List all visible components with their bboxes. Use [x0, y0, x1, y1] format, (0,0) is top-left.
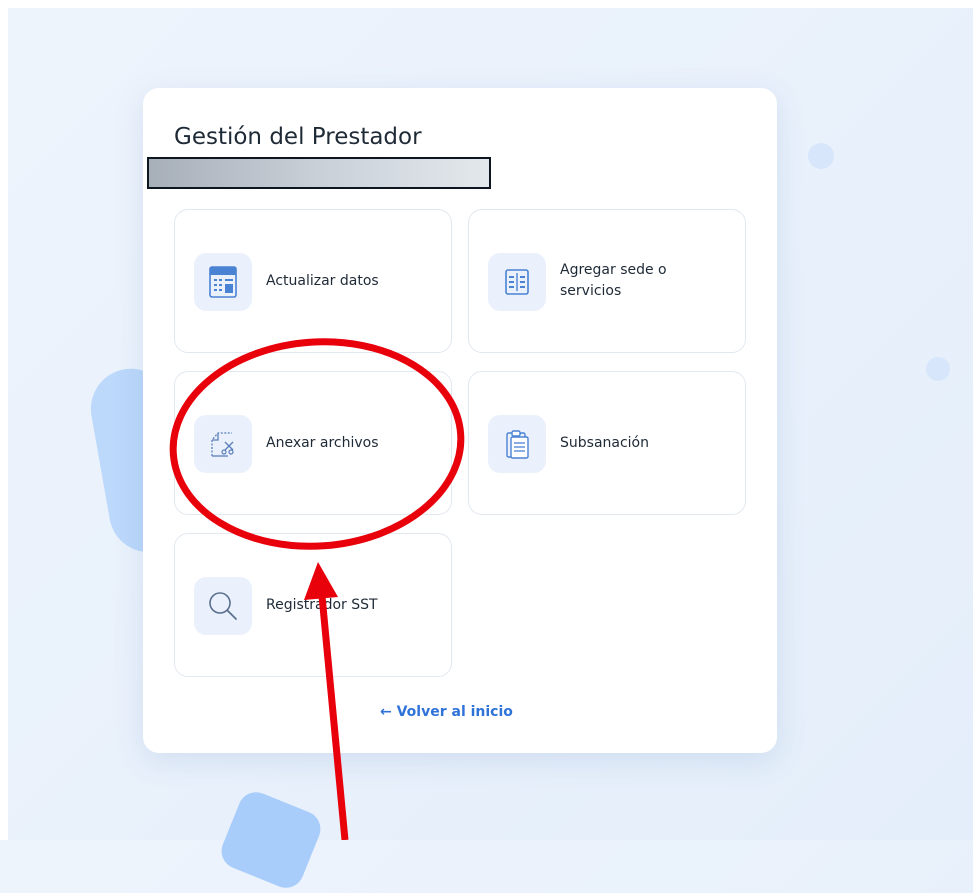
redacted-provider-name	[147, 157, 491, 189]
rectification-tile[interactable]: Subsanación	[468, 371, 746, 515]
add-site-services-tile[interactable]: Agregar sede o servicios	[468, 209, 746, 353]
back-to-home-link[interactable]: ← Volver al inicio	[380, 704, 513, 720]
tile-label: Subsanación	[560, 434, 649, 451]
tile-label: Actualizar datos	[266, 272, 379, 289]
screenshot-top-border	[0, 0, 973, 8]
screenshot-left-border	[0, 0, 8, 840]
update-data-tile[interactable]: Actualizar datos	[174, 209, 452, 353]
document-scissors-icon	[194, 415, 252, 473]
attach-files-tile[interactable]: Anexar archivos	[174, 371, 452, 515]
tile-label: Agregar sede o servicios	[560, 262, 667, 299]
magnifier-icon	[194, 577, 252, 635]
tile-label: Registrador SST	[266, 596, 378, 613]
list-columns-icon	[488, 253, 546, 311]
calculator-icon	[194, 253, 252, 311]
background-decoration-dot	[926, 357, 950, 381]
background-decoration-dot	[808, 143, 834, 169]
clipboard-icon	[488, 415, 546, 473]
sst-registrar-tile[interactable]: Registrador SST	[174, 533, 452, 677]
tile-label: Anexar archivos	[266, 434, 379, 451]
page-title: Gestión del Prestador	[174, 124, 422, 150]
